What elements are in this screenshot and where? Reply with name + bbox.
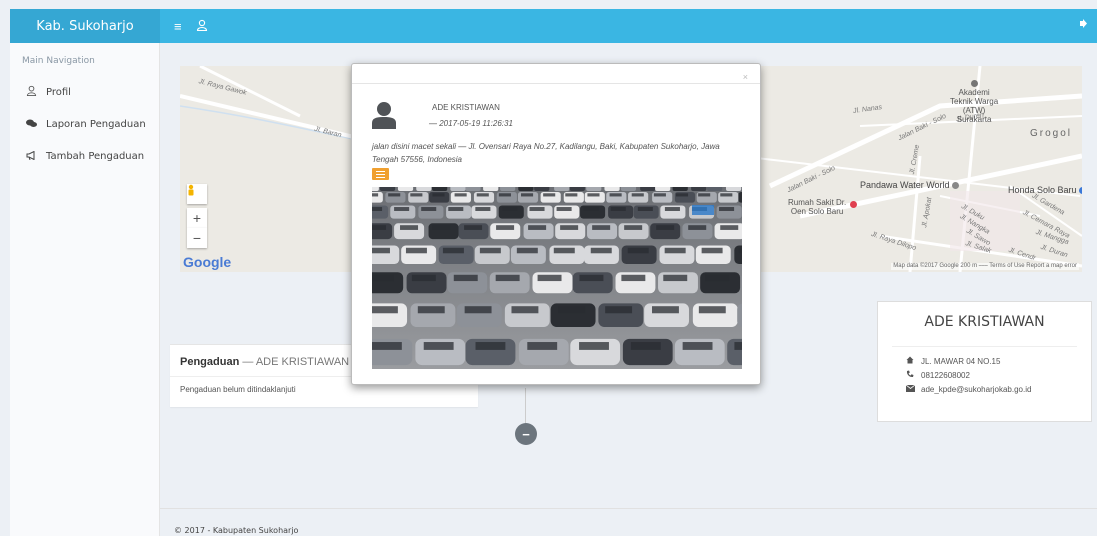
user-icon: [26, 85, 46, 99]
profile-email-row: ade_kpde@sukoharjokab.go.id: [905, 382, 1091, 396]
complaint-title: Pengaduan: [180, 356, 240, 368]
timeline-toggle-button[interactable]: −: [515, 423, 537, 445]
footer: © 2017 - Kabupaten Sukoharjo: [160, 508, 1097, 536]
traffic-jam-photo: [372, 187, 742, 369]
map-poi-akademi: Akademi Teknik Warga (ATW) Surakarta: [950, 80, 998, 124]
phone-icon: [906, 370, 921, 380]
list-alt-icon[interactable]: [372, 168, 389, 180]
google-logo: Google: [183, 254, 232, 270]
modal-description: jalan disini macet sekali — Jl. Ovensari…: [372, 142, 720, 164]
profile-card: ADE KRISTIAWAN JL. MAWAR 04 NO.15 081226…: [877, 301, 1092, 422]
sign-out-icon[interactable]: [1080, 19, 1089, 31]
avatar: [372, 101, 396, 129]
modal-header: ×: [352, 64, 760, 84]
poi-label: Rumah Sakit Dr. Oen Solo Baru: [788, 198, 847, 216]
modal-datetime: — 2017-05-19 11:26:31: [429, 119, 513, 128]
user-icon[interactable]: [196, 19, 208, 34]
sidebar-item-laporan-pengaduan[interactable]: Laporan Pengaduan: [10, 108, 159, 140]
profile-name: ADE KRISTIAWAN: [892, 302, 1077, 347]
sidebar-item-profil[interactable]: Profil: [10, 76, 159, 108]
envelope-icon: [905, 384, 921, 394]
profile-address-row: JL. MAWAR 04 NO.15: [906, 354, 1091, 368]
title-separator: —: [239, 356, 256, 368]
nav-heading: Main Navigation: [22, 56, 95, 66]
complaint-author: ADE KRISTIAWAN: [255, 356, 350, 368]
map-pin-icon: [970, 80, 978, 87]
map-attribution[interactable]: Map data ©2017 Google 200 m ⎯⎯⎯ Terms of…: [891, 263, 1079, 270]
map-poi-honda: Honda Solo Baru: [1008, 186, 1082, 195]
street-view-pegman-icon[interactable]: [187, 184, 207, 204]
map-poi-pandawa: Pandawa Water World: [860, 180, 960, 190]
profile-address: JL. MAWAR 04 NO.15: [921, 356, 1001, 366]
zoom-out-button[interactable]: −: [187, 228, 207, 248]
map-pin-icon: [1079, 187, 1082, 195]
poi-label: Pandawa Water World: [860, 180, 950, 190]
sidebar-item-label: Laporan Pengaduan: [46, 118, 146, 130]
zoom-in-button[interactable]: +: [187, 208, 207, 228]
bullhorn-icon: [26, 150, 46, 163]
profile-phone: 08122608002: [921, 370, 970, 380]
close-button[interactable]: ×: [743, 72, 748, 82]
sidebar-item-label: Profil: [46, 86, 71, 98]
poi-label: Akademi Teknik Warga (ATW) Surakarta: [950, 88, 999, 124]
map-area-label: Grogol: [1030, 128, 1073, 139]
map-pin-icon: [952, 182, 960, 190]
footer-text: © 2017 - Kabupaten Sukoharjo: [174, 526, 299, 535]
home-icon: [906, 356, 921, 366]
complaint-detail-modal: × ADE KRISTIAWAN — 2017-05-19 11:26:31 j…: [351, 63, 761, 385]
sidebar-item-tambah-pengaduan[interactable]: Tambah Pengaduan: [10, 140, 159, 172]
sidebar: Main Navigation Profil Laporan Pengaduan…: [10, 43, 160, 536]
profile-phone-row: 08122608002: [906, 368, 1091, 382]
profile-email[interactable]: ade_kpde@sukoharjokab.go.id: [921, 385, 1031, 394]
bars-icon[interactable]: ≡: [174, 19, 182, 34]
modal-author: ADE KRISTIAWAN: [432, 103, 500, 112]
sidebar-item-label: Tambah Pengaduan: [46, 150, 145, 162]
top-header: Kab. Sukoharjo ≡: [10, 9, 1097, 43]
comments-icon: [26, 118, 46, 131]
poi-label: Honda Solo Baru: [1008, 185, 1077, 195]
map-poi-rumah-sakit: Rumah Sakit Dr. Oen Solo Baru: [788, 198, 858, 216]
brand-logo[interactable]: Kab. Sukoharjo: [10, 9, 160, 43]
timeline-line: [525, 388, 526, 428]
